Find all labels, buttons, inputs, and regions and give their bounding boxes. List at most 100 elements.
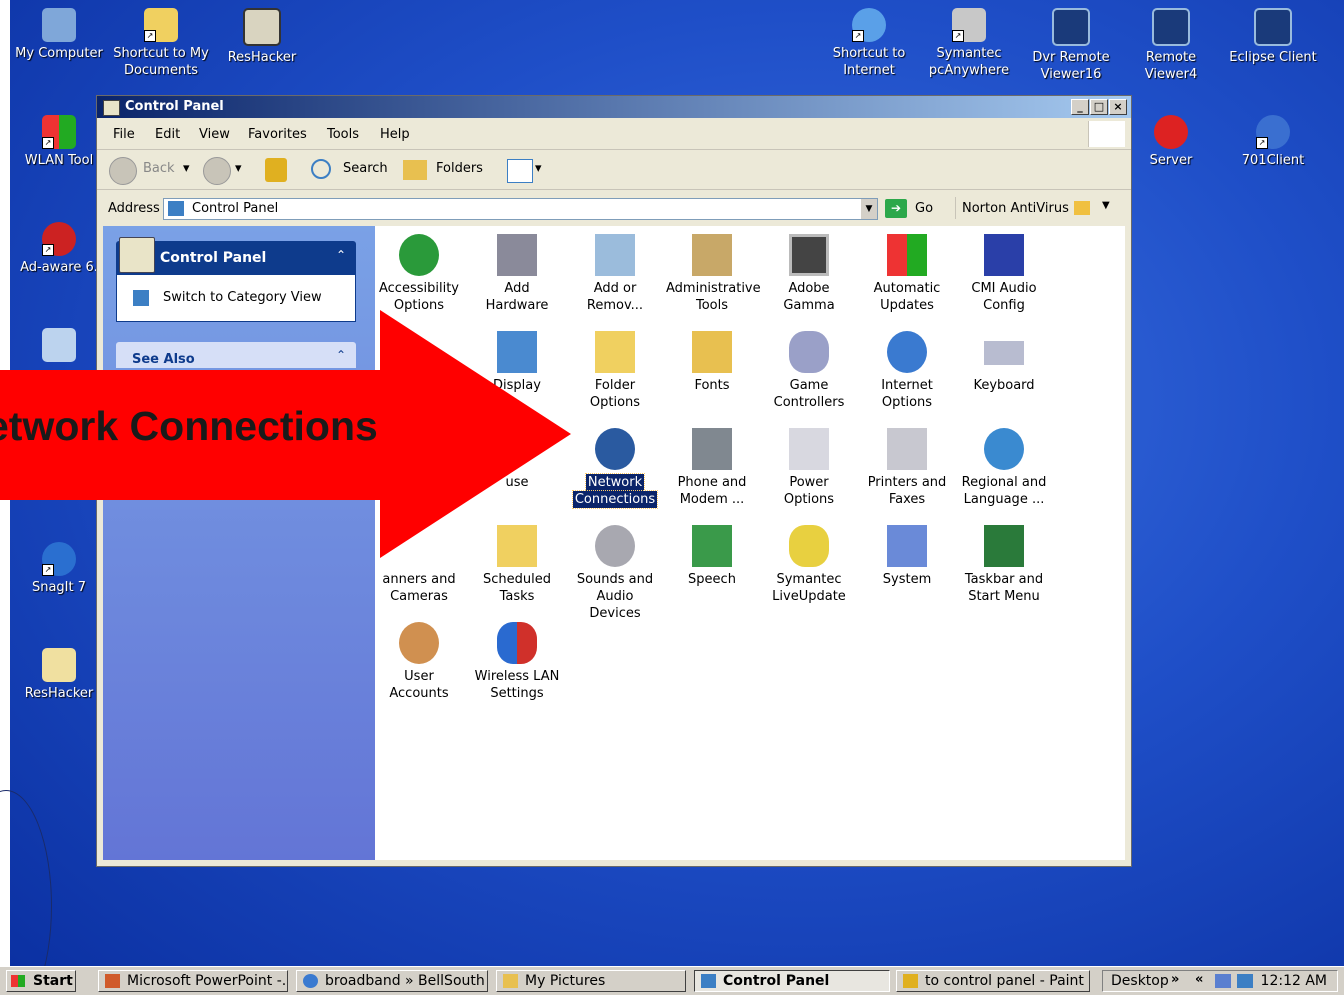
menu-favorites[interactable]: Favorites xyxy=(248,127,307,142)
close-button[interactable]: × xyxy=(1109,99,1127,115)
desktop-icon-reshacker-left[interactable]: ResHacker xyxy=(10,648,108,702)
menu-tools[interactable]: Tools xyxy=(327,127,359,142)
up-folder-icon[interactable] xyxy=(265,158,287,182)
cp-item-label: Power Options xyxy=(783,475,835,507)
desktop-icon-label: Viewer16 xyxy=(1040,67,1102,82)
tray-expand-icon[interactable]: « xyxy=(1195,972,1203,987)
cp-item-regional-language[interactable]: Regional and Language ... xyxy=(956,428,1052,508)
cp-item-fonts[interactable]: Fonts xyxy=(664,331,760,394)
back-dropdown-icon[interactable]: ▾ xyxy=(183,161,190,176)
cp-item-folder-options[interactable]: Folder Options xyxy=(567,331,663,411)
switch-category-view-link[interactable]: Switch to Category View xyxy=(163,290,322,305)
minimize-button[interactable]: _ xyxy=(1071,99,1089,115)
taskbar-icon xyxy=(984,525,1024,567)
collapse-chevron-icon[interactable]: ⌃ xyxy=(336,248,346,262)
desktop-icon-wlan-tool[interactable]: ↗ WLAN Tool xyxy=(10,115,108,169)
cp-item-keyboard[interactable]: Keyboard xyxy=(956,331,1052,394)
task-my-pictures[interactable]: My Pictures xyxy=(496,970,686,992)
cp-item-phone-modem[interactable]: Phone and Modem ... xyxy=(664,428,760,508)
window-title: Control Panel xyxy=(125,99,224,114)
phone-icon xyxy=(692,428,732,470)
desktop-icon-my-documents[interactable]: ↗ Shortcut to My Documents xyxy=(112,8,210,79)
desktop-icon-label: Documents xyxy=(123,63,199,78)
desktop-icon-label: Shortcut to xyxy=(832,46,906,61)
cp-item-automatic-updates[interactable]: Automatic Updates xyxy=(859,234,955,314)
regional-globe-icon xyxy=(984,428,1024,470)
cp-item-game-controllers[interactable]: Game Controllers xyxy=(761,331,857,411)
cp-item-adobe-gamma[interactable]: Adobe Gamma xyxy=(761,234,857,314)
cp-item-label: User Accounts xyxy=(389,669,449,701)
maximize-button[interactable]: □ xyxy=(1090,99,1108,115)
desktop-icon-label: ResHacker xyxy=(24,686,94,701)
toolbar: Back ▾ ▾ Search Folders ▾ xyxy=(97,151,1131,190)
title-bar[interactable]: Control Panel _ □ × xyxy=(97,96,1131,118)
cp-item-system[interactable]: System xyxy=(859,525,955,588)
pcanywhere-icon: ↗ xyxy=(952,8,986,42)
cp-item-user-accounts[interactable]: User Accounts xyxy=(371,622,467,702)
power-plug-icon xyxy=(789,428,829,470)
task-pane-header[interactable]: Control Panel ⌃ xyxy=(116,237,356,274)
go-arrow-icon[interactable]: ➔ xyxy=(885,199,907,218)
go-button[interactable]: Go xyxy=(915,201,933,216)
search-button[interactable]: Search xyxy=(343,161,388,176)
desktop-icon-dvr-remote-viewer16[interactable]: Dvr Remote Viewer16 xyxy=(1022,8,1120,83)
menu-file[interactable]: File xyxy=(113,127,135,142)
desktop-icon-server[interactable]: Server xyxy=(1122,115,1220,169)
cp-item-sounds-audio[interactable]: Sounds and Audio Devices xyxy=(567,525,663,622)
adaware-icon: ↗ xyxy=(42,222,76,256)
task-paint[interactable]: to control panel - Paint xyxy=(896,970,1090,992)
menu-help[interactable]: Help xyxy=(380,127,410,142)
cp-item-label: Options xyxy=(881,395,933,410)
folders-button[interactable]: Folders xyxy=(436,161,483,176)
desktop-icon-shortcut-internet[interactable]: ↗ Shortcut to Internet xyxy=(820,8,918,79)
desktop-icon-my-computer[interactable]: My Computer xyxy=(10,8,108,62)
cp-item-network-connections[interactable]: Network Connections xyxy=(567,428,663,509)
back-arrow-icon[interactable] xyxy=(109,157,137,185)
desktop-toolbar[interactable]: Desktop xyxy=(1111,973,1169,989)
monitor-tray-icon[interactable] xyxy=(1237,974,1253,988)
toolbar-chevron-icon[interactable]: » xyxy=(1171,972,1179,987)
cp-item-symantec-liveupdate[interactable]: Symantec LiveUpdate xyxy=(761,525,857,605)
desktop-icon-701client[interactable]: ↗ 701Client xyxy=(1224,115,1322,169)
desktop-icon-reshacker[interactable]: ResHacker xyxy=(213,8,311,66)
norton-dropdown-icon[interactable]: ▼ xyxy=(1102,200,1110,211)
cp-item-wireless-lan[interactable]: Wireless LAN Settings xyxy=(469,622,565,702)
accessibility-icon xyxy=(399,234,439,276)
cp-item-speech[interactable]: Speech xyxy=(664,525,760,588)
network-tray-icon[interactable] xyxy=(1215,974,1231,988)
cp-item-internet-options[interactable]: Internet Options xyxy=(859,331,955,411)
cp-item-administrative-tools[interactable]: Administrative Tools xyxy=(664,234,761,314)
address-input[interactable]: Control Panel ▼ xyxy=(163,198,878,220)
cp-item-printers-faxes[interactable]: Printers and Faxes xyxy=(859,428,955,508)
desktop-icon-label: ResHacker xyxy=(227,50,297,65)
desktop-icon-eclipse-client[interactable]: Eclipse Client xyxy=(1224,8,1322,66)
menu-edit[interactable]: Edit xyxy=(155,127,180,142)
desktop-icon-adaware[interactable]: ↗ Ad-aware 6. xyxy=(10,222,108,276)
menu-view[interactable]: View xyxy=(199,127,230,142)
task-powerpoint[interactable]: Microsoft PowerPoint -... xyxy=(98,970,288,992)
views-dropdown-icon[interactable]: ▾ xyxy=(535,161,542,176)
cp-item-add-remove-programs[interactable]: Add or Remov... xyxy=(567,234,663,314)
address-dropdown-button[interactable]: ▼ xyxy=(861,199,877,219)
back-button[interactable]: Back xyxy=(143,161,175,176)
task-broadband[interactable]: broadband » BellSouth ... xyxy=(296,970,488,992)
views-icon[interactable] xyxy=(507,159,533,183)
task-label: to control panel - Paint xyxy=(925,973,1084,989)
add-remove-cd-icon xyxy=(595,234,635,276)
cp-item-accessibility[interactable]: Accessibility Options xyxy=(371,234,467,314)
cp-item-label: Administrative xyxy=(666,281,761,296)
cp-item-add-hardware[interactable]: Add Hardware xyxy=(469,234,565,314)
forward-dropdown-icon[interactable]: ▾ xyxy=(235,161,242,176)
start-button[interactable]: Start xyxy=(6,970,76,992)
norton-toolbar[interactable]: Norton AntiVirus ▼ xyxy=(955,197,1126,219)
desktop-icon-remote-viewer4[interactable]: Remote Viewer4 xyxy=(1122,8,1220,83)
cp-item-power-options[interactable]: Power Options xyxy=(761,428,857,508)
desktop-icon-pcanywhere[interactable]: ↗ Symantec pcAnywhere xyxy=(920,8,1018,79)
task-control-panel[interactable]: Control Panel xyxy=(694,970,890,992)
folders-icon xyxy=(403,160,427,180)
cp-item-cmi-audio[interactable]: CMI Audio Config xyxy=(956,234,1052,314)
cp-item-taskbar-start-menu[interactable]: Taskbar and Start Menu xyxy=(956,525,1052,605)
cp-item-label: Fonts xyxy=(694,378,730,393)
forward-arrow-icon[interactable] xyxy=(203,157,231,185)
callout-arrow xyxy=(0,310,571,558)
